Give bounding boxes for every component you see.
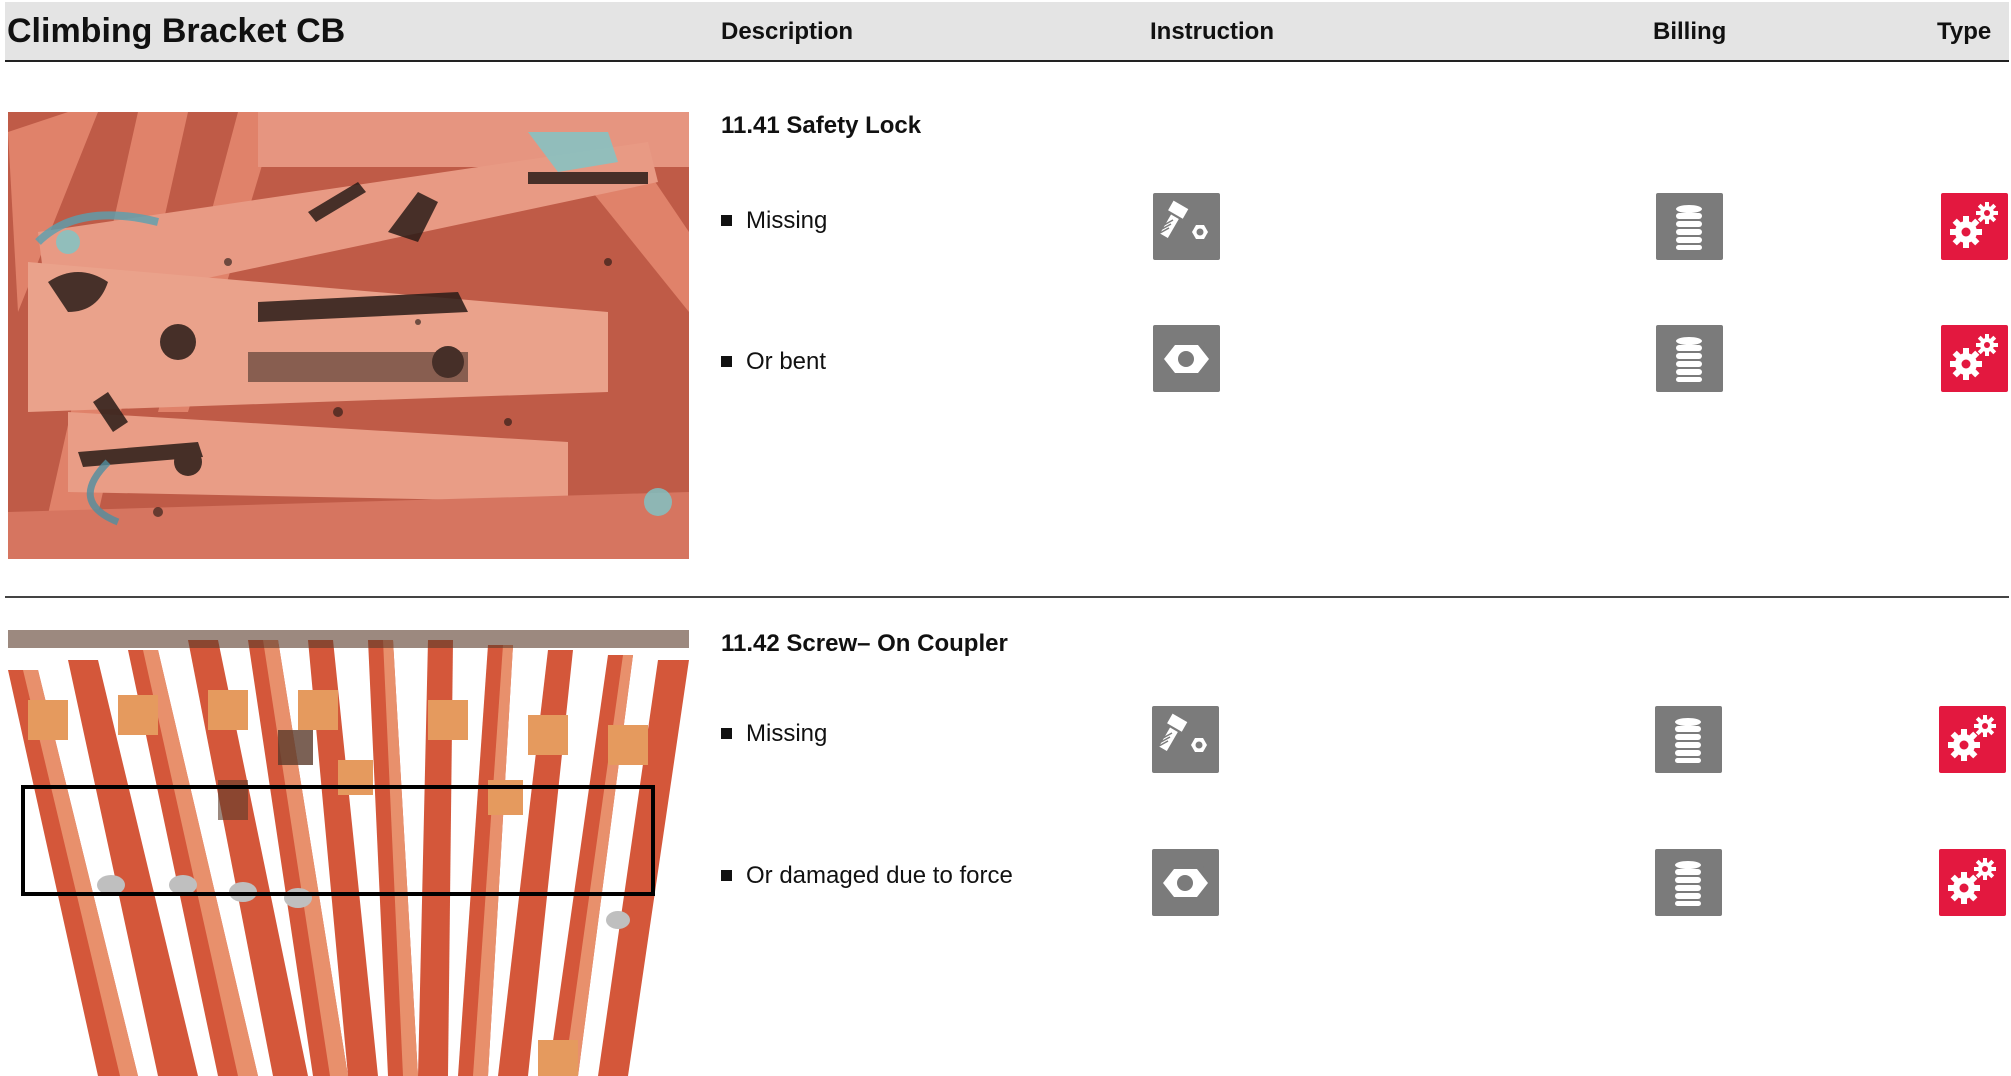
bolt-nut-icon bbox=[1152, 706, 1219, 773]
coin-stack-icon bbox=[1655, 849, 1722, 916]
bullet-icon bbox=[721, 215, 732, 226]
coin-stack-icon bbox=[1655, 706, 1722, 773]
gears-icon bbox=[1939, 706, 2006, 773]
defect-row-label: Or damaged due to force bbox=[721, 862, 1013, 890]
coin-stack-icon bbox=[1656, 325, 1723, 392]
defect-row-label: Or bent bbox=[721, 348, 826, 376]
gears-icon bbox=[1941, 325, 2008, 392]
gears-icon bbox=[1941, 193, 2008, 260]
section-title: 11.41 Safety Lock bbox=[721, 112, 922, 139]
damaged-nut-icon bbox=[1153, 325, 1220, 392]
damaged-nut-icon bbox=[1152, 849, 1219, 916]
bullet-icon bbox=[721, 728, 732, 739]
table-header: Climbing Bracket CB Description Instruct… bbox=[5, 2, 2009, 62]
bullet-icon bbox=[721, 356, 732, 367]
section-divider bbox=[5, 596, 2009, 598]
defect-row-label: Missing bbox=[721, 720, 827, 748]
defect-row-label: Missing bbox=[721, 207, 827, 235]
section-title: 11.42 Screw– On Coupler bbox=[721, 630, 1008, 657]
defect-label: Missing bbox=[746, 207, 828, 234]
column-header-type: Type bbox=[1937, 18, 1992, 45]
defect-label: Or bent bbox=[746, 348, 827, 375]
bullet-icon bbox=[721, 870, 732, 881]
screw-on-coupler-photo bbox=[8, 630, 689, 1076]
page-title: Climbing Bracket CB bbox=[7, 12, 346, 50]
defect-label: Missing bbox=[746, 720, 828, 747]
safety-lock-photo bbox=[8, 112, 689, 559]
coin-stack-icon bbox=[1656, 193, 1723, 260]
column-header-description: Description bbox=[721, 18, 854, 45]
gears-icon bbox=[1939, 849, 2006, 916]
column-header-billing: Billing bbox=[1653, 18, 1727, 45]
defect-label: Or damaged due to force bbox=[746, 862, 1013, 889]
column-header-instruction: Instruction bbox=[1150, 18, 1274, 45]
bolt-nut-icon bbox=[1153, 193, 1220, 260]
